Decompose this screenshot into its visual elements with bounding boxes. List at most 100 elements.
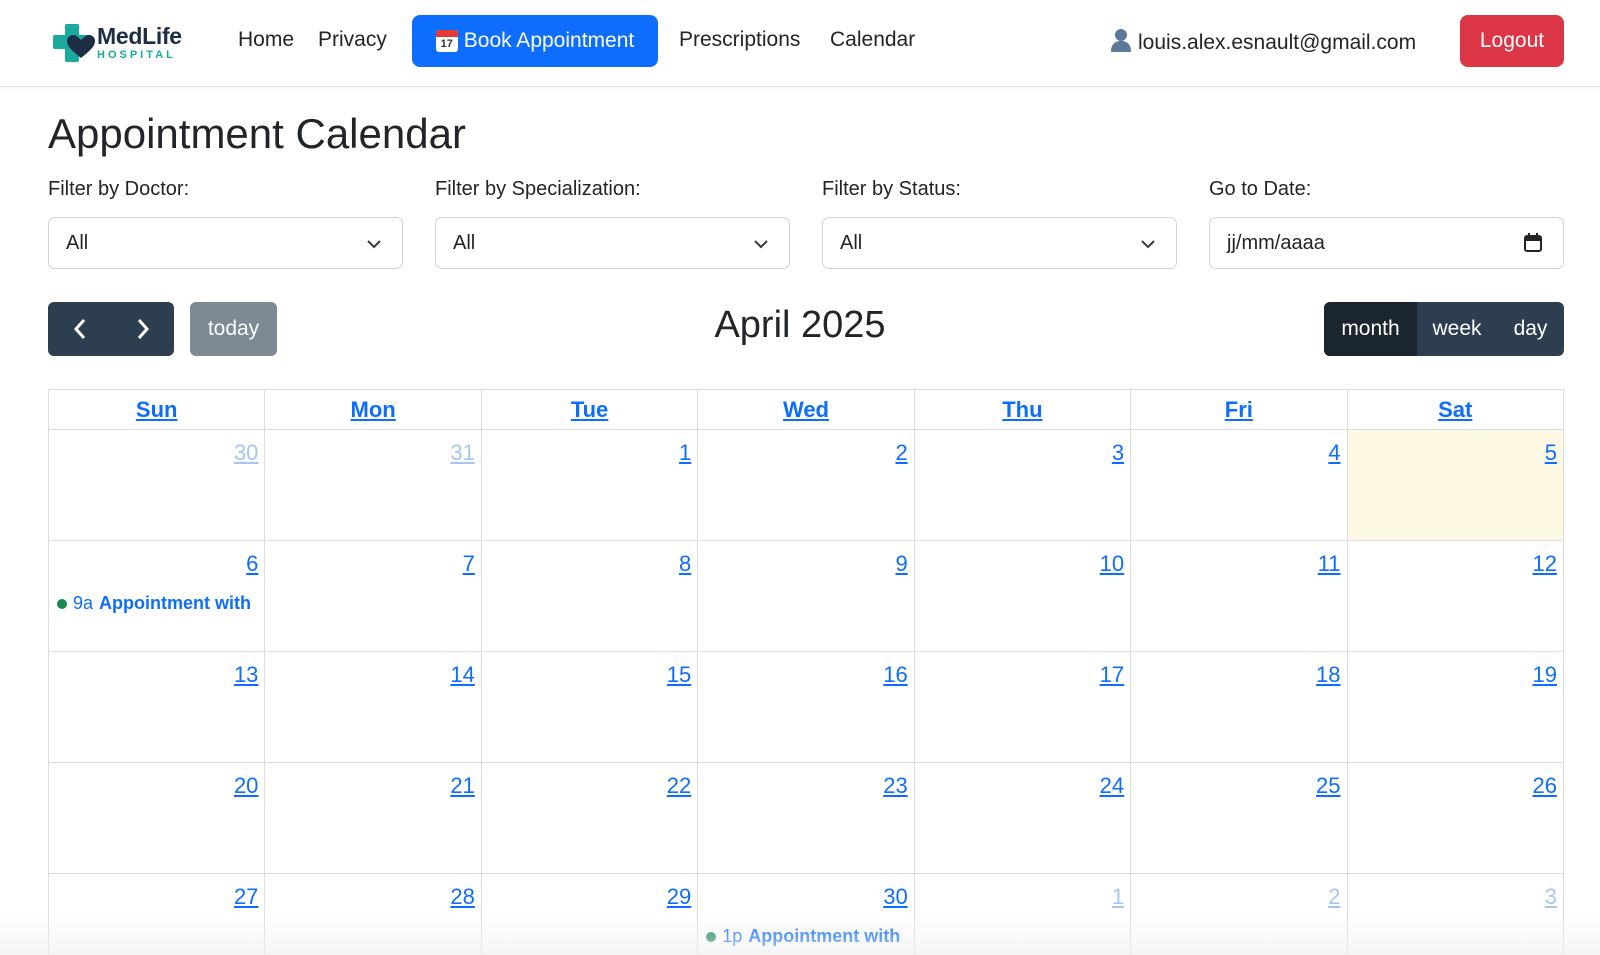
weekday-header[interactable]: Tue (482, 390, 699, 429)
day-number-link[interactable]: 23 (883, 773, 907, 799)
week-row: 30 31 1 2 3 4 5 (49, 430, 1563, 541)
day-cell[interactable]: 15 (482, 652, 699, 762)
day-number-link[interactable]: 2 (1328, 884, 1340, 910)
day-number-link[interactable]: 19 (1532, 662, 1556, 688)
day-number-link[interactable]: 3 (1545, 884, 1557, 910)
day-cell[interactable]: 14 (265, 652, 482, 762)
day-cell[interactable]: 16 (698, 652, 915, 762)
day-number-link[interactable]: 20 (234, 773, 258, 799)
day-number-link[interactable]: 6 (246, 551, 258, 577)
day-number-link[interactable]: 18 (1316, 662, 1340, 688)
calendar-event[interactable]: 9a Appointment with (57, 593, 251, 614)
day-number-link[interactable]: 1 (679, 440, 691, 466)
day-number-link[interactable]: 17 (1100, 662, 1124, 688)
week-row: 6 9a Appointment with 7 8 9 10 11 12 (49, 541, 1563, 652)
weekday-header[interactable]: Fri (1131, 390, 1348, 429)
day-number-link[interactable]: 29 (667, 884, 691, 910)
brand-subtitle: HOSPITAL (97, 49, 176, 61)
weekday-header[interactable]: Wed (698, 390, 915, 429)
day-number-link[interactable]: 12 (1532, 551, 1556, 577)
weekday-header[interactable]: Sun (49, 390, 266, 429)
day-cell[interactable]: 10 (915, 541, 1132, 651)
nav-link-calendar[interactable]: Calendar (830, 28, 915, 52)
day-cell[interactable]: 26 (1348, 763, 1563, 873)
day-cell[interactable]: 4 (1131, 430, 1348, 540)
prev-month-button[interactable] (48, 302, 111, 356)
day-number-link[interactable]: 11 (1318, 551, 1341, 577)
event-title: Appointment with (99, 593, 252, 613)
day-number-link[interactable]: 21 (450, 773, 474, 799)
day-cell[interactable]: 23 (698, 763, 915, 873)
day-number-link[interactable]: 1 (1112, 884, 1124, 910)
weekday-header[interactable]: Sat (1348, 390, 1563, 429)
chevron-down-icon (753, 235, 769, 258)
view-week-button[interactable]: week (1417, 302, 1497, 356)
day-cell[interactable]: 24 (915, 763, 1132, 873)
view-switcher: month week day (1324, 302, 1564, 356)
filter-status-select[interactable]: All (822, 217, 1177, 269)
day-cell[interactable]: 7 (265, 541, 482, 651)
day-cell[interactable]: 25 (1131, 763, 1348, 873)
day-cell[interactable]: 9 (698, 541, 915, 651)
nav-link-prescriptions[interactable]: Prescriptions (679, 28, 800, 52)
day-number-link[interactable]: 15 (667, 662, 691, 688)
day-number-link[interactable]: 5 (1545, 440, 1557, 466)
day-cell[interactable]: 12 (1348, 541, 1563, 651)
day-cell[interactable]: 22 (482, 763, 699, 873)
day-number-link[interactable]: 22 (667, 773, 691, 799)
weekday-header[interactable]: Thu (915, 390, 1132, 429)
day-cell[interactable]: 8 (482, 541, 699, 651)
day-number-link[interactable]: 31 (450, 440, 474, 466)
day-number-link[interactable]: 3 (1112, 440, 1124, 466)
weekday-header[interactable]: Mon (265, 390, 482, 429)
day-cell[interactable]: 30 (49, 430, 266, 540)
view-month-button[interactable]: month (1324, 302, 1417, 356)
day-cell[interactable]: 3 (915, 430, 1132, 540)
day-cell[interactable]: 19 (1348, 652, 1563, 762)
day-number-link[interactable]: 4 (1328, 440, 1340, 466)
day-cell[interactable]: 1 (482, 430, 699, 540)
day-number-link[interactable]: 24 (1100, 773, 1124, 799)
day-number-link[interactable]: 10 (1100, 551, 1124, 577)
day-cell[interactable]: 11 (1131, 541, 1348, 651)
day-number-link[interactable]: 26 (1532, 773, 1556, 799)
calendar-nav-group (48, 302, 174, 356)
today-button[interactable]: today (190, 302, 277, 356)
brand-logo[interactable]: MedLife HOSPITAL (53, 22, 182, 64)
logout-button[interactable]: Logout (1460, 15, 1564, 67)
day-cell[interactable]: 13 (49, 652, 266, 762)
day-cell[interactable]: 2 (698, 430, 915, 540)
bottom-fade (0, 915, 1600, 955)
medical-cross-heart-icon (53, 22, 95, 64)
nav-link-privacy[interactable]: Privacy (318, 28, 387, 52)
day-cell[interactable]: 6 9a Appointment with (49, 541, 266, 651)
book-appointment-button[interactable]: 17 Book Appointment (412, 15, 658, 67)
filter-specialization-select[interactable]: All (435, 217, 790, 269)
next-month-button[interactable] (111, 302, 174, 356)
day-cell[interactable]: 18 (1131, 652, 1348, 762)
chevron-right-icon (137, 319, 149, 339)
day-number-link[interactable]: 28 (450, 884, 474, 910)
day-number-link[interactable]: 27 (234, 884, 258, 910)
calendar-picker-icon[interactable] (1523, 233, 1543, 259)
day-number-link[interactable]: 16 (883, 662, 907, 688)
view-day-button[interactable]: day (1497, 302, 1564, 356)
day-number-link[interactable]: 9 (895, 551, 907, 577)
day-cell[interactable]: 17 (915, 652, 1132, 762)
day-cell[interactable]: 31 (265, 430, 482, 540)
filter-doctor-label: Filter by Doctor: (48, 178, 190, 200)
day-number-link[interactable]: 13 (234, 662, 258, 688)
day-number-link[interactable]: 7 (463, 551, 475, 577)
day-cell[interactable]: 20 (49, 763, 266, 873)
go-to-date-input[interactable]: jj/mm/aaaa (1209, 217, 1564, 269)
day-cell[interactable]: 21 (265, 763, 482, 873)
day-number-link[interactable]: 2 (895, 440, 907, 466)
filter-doctor-select[interactable]: All (48, 217, 403, 269)
day-cell[interactable]: 5 (1347, 430, 1563, 540)
day-number-link[interactable]: 30 (234, 440, 258, 466)
nav-link-home[interactable]: Home (238, 28, 294, 52)
day-number-link[interactable]: 8 (679, 551, 691, 577)
day-number-link[interactable]: 25 (1316, 773, 1340, 799)
day-number-link[interactable]: 30 (883, 884, 907, 910)
day-number-link[interactable]: 14 (450, 662, 474, 688)
